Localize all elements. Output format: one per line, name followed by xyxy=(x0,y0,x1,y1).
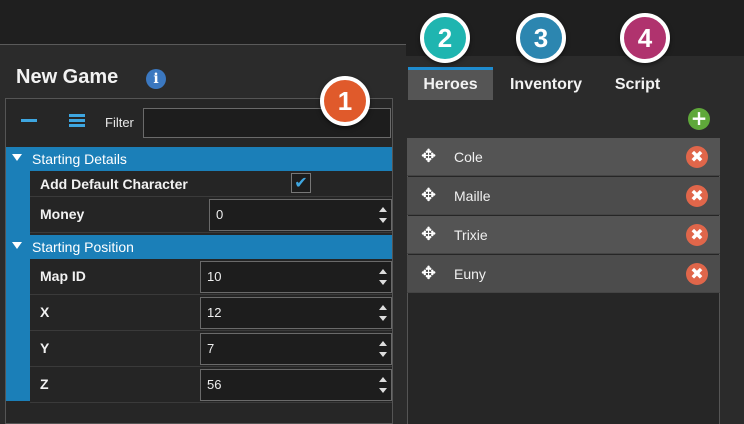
hero-name: Trixie xyxy=(454,227,488,243)
map-id-numeric-input[interactable]: 10 xyxy=(200,261,392,293)
x-numeric-input[interactable]: 12 xyxy=(200,297,392,329)
property-label: X xyxy=(40,304,50,320)
delete-hero-icon[interactable]: ✖ xyxy=(686,263,708,285)
decrement-arrow-icon[interactable] xyxy=(379,218,387,223)
tab-inventory[interactable]: Inventory xyxy=(500,70,592,100)
input-value: 10 xyxy=(207,269,222,284)
category-label: Starting Position xyxy=(32,239,134,255)
callout-badge-1: 1 xyxy=(320,76,370,126)
input-value: 12 xyxy=(207,305,222,320)
hero-row[interactable]: ✥ Trixie ✖ xyxy=(407,216,720,254)
decrement-arrow-icon[interactable] xyxy=(379,388,387,393)
increment-arrow-icon[interactable] xyxy=(379,207,387,212)
category-label: Starting Details xyxy=(32,151,127,167)
property-label: Add Default Character xyxy=(40,176,188,192)
property-label: Y xyxy=(40,340,50,356)
category-indent-bar xyxy=(6,171,30,235)
collapse-arrow-icon[interactable] xyxy=(12,154,22,161)
collapse-arrow-icon[interactable] xyxy=(12,242,22,249)
delete-hero-icon[interactable]: ✖ xyxy=(686,224,708,246)
hero-name: Cole xyxy=(454,149,483,165)
hero-name: Maille xyxy=(454,188,491,204)
hero-row[interactable]: ✥ Cole ✖ xyxy=(407,138,720,176)
category-starting-position[interactable]: Starting Position xyxy=(6,235,392,259)
callout-badge-2: 2 xyxy=(420,13,470,63)
property-row-z: Z 56 xyxy=(30,367,392,403)
property-label: Money xyxy=(40,206,85,222)
page-title: New Game xyxy=(16,66,119,88)
input-value: 0 xyxy=(216,207,224,222)
tab-heroes[interactable]: Heroes xyxy=(408,67,493,100)
expand-all-icon[interactable] xyxy=(69,114,85,128)
drag-handle-icon[interactable]: ✥ xyxy=(421,263,436,284)
decrement-arrow-icon[interactable] xyxy=(379,352,387,357)
money-numeric-input[interactable]: 0 xyxy=(209,199,392,231)
input-value: 56 xyxy=(207,377,222,392)
filter-label: Filter xyxy=(105,115,134,130)
callout-badge-4: 4 xyxy=(620,13,670,63)
property-row-y: Y 7 xyxy=(30,331,392,367)
hero-row[interactable]: ✥ Maille ✖ xyxy=(407,177,720,215)
hero-name: Euny xyxy=(454,266,486,282)
category-starting-details[interactable]: Starting Details xyxy=(6,147,392,171)
decrement-arrow-icon[interactable] xyxy=(379,316,387,321)
input-value: 7 xyxy=(207,341,215,356)
z-numeric-input[interactable]: 56 xyxy=(200,369,392,401)
property-label: Map ID xyxy=(40,268,86,284)
category-indent-bar xyxy=(6,259,30,401)
collapse-all-icon[interactable] xyxy=(21,119,37,122)
property-row-map-id: Map ID 10 xyxy=(30,259,392,295)
property-row-add-default-character: Add Default Character ✔ xyxy=(30,171,392,197)
delete-hero-icon[interactable]: ✖ xyxy=(686,185,708,207)
property-row-money: Money 0 xyxy=(30,197,392,233)
y-numeric-input[interactable]: 7 xyxy=(200,333,392,365)
add-default-character-checkbox[interactable]: ✔ xyxy=(291,173,311,193)
drag-handle-icon[interactable]: ✥ xyxy=(421,146,436,167)
add-hero-button[interactable]: + xyxy=(688,108,710,130)
decrement-arrow-icon[interactable] xyxy=(379,280,387,285)
delete-hero-icon[interactable]: ✖ xyxy=(686,146,708,168)
property-label: Z xyxy=(40,376,49,392)
property-row-x: X 12 xyxy=(30,295,392,331)
hero-row[interactable]: ✥ Euny ✖ xyxy=(407,255,720,293)
drag-handle-icon[interactable]: ✥ xyxy=(421,224,436,245)
info-icon[interactable]: i xyxy=(146,69,166,89)
increment-arrow-icon[interactable] xyxy=(379,305,387,310)
increment-arrow-icon[interactable] xyxy=(379,269,387,274)
increment-arrow-icon[interactable] xyxy=(379,377,387,382)
callout-badge-3: 3 xyxy=(516,13,566,63)
tab-script[interactable]: Script xyxy=(605,70,670,100)
property-grid: Filter Starting Details Add Default Char… xyxy=(5,98,393,424)
drag-handle-icon[interactable]: ✥ xyxy=(421,185,436,206)
increment-arrow-icon[interactable] xyxy=(379,341,387,346)
